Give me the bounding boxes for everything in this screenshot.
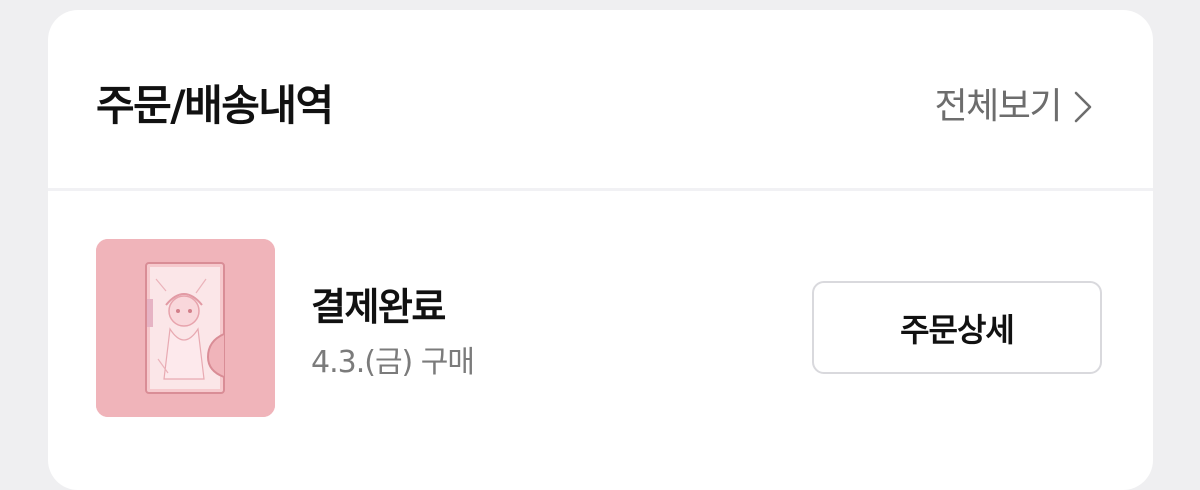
orders-card: 주문/배송내역 전체보기 결제완료 4.3.(금) 구매 주문상세 <box>48 10 1153 490</box>
order-info: 결제완료 4.3.(금) 구매 <box>311 283 475 383</box>
order-status: 결제완료 <box>311 285 446 329</box>
view-all-link[interactable]: 전체보기 <box>935 82 1093 132</box>
order-item: 결제완료 4.3.(금) 구매 주문상세 <box>48 191 1153 490</box>
order-date: 4.3.(금) 구매 <box>311 345 475 380</box>
product-thumbnail[interactable] <box>96 239 275 417</box>
section-title: 주문/배송내역 <box>96 81 334 130</box>
chevron-right-icon <box>1073 90 1093 124</box>
order-detail-button[interactable]: 주문상세 <box>812 281 1102 374</box>
view-all-label: 전체보기 <box>934 86 1063 127</box>
orders-card-header: 주문/배송내역 전체보기 <box>48 10 1153 188</box>
